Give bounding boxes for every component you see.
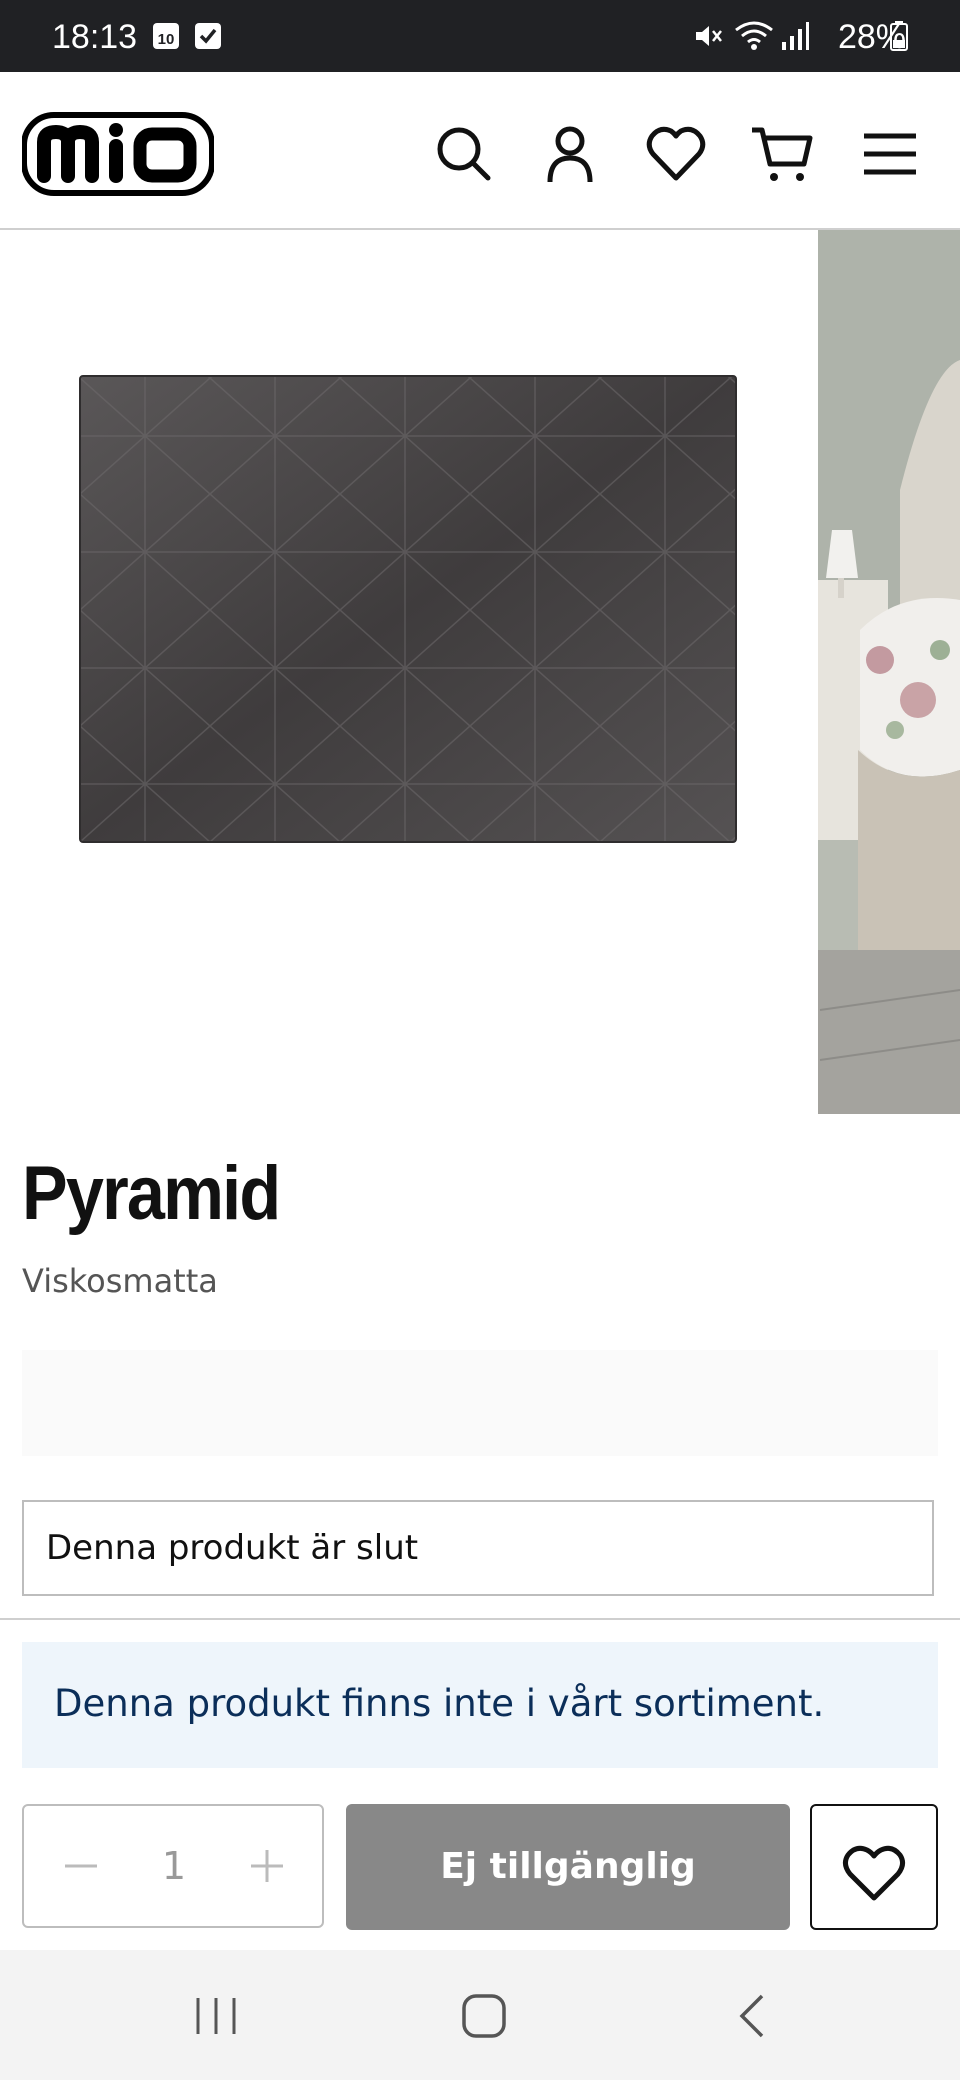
recent-apps-icon[interactable]	[186, 1988, 246, 2044]
mio-logo[interactable]	[21, 112, 215, 196]
quantity-value[interactable]: 1	[144, 1836, 204, 1896]
notice-text: Denna produkt finns inte i vårt sortimen…	[54, 1682, 825, 1725]
status-time: 18:13	[52, 18, 138, 56]
unavailable-button[interactable]: Ej tillgänglig	[346, 1804, 790, 1930]
checkbox-notification-icon	[194, 20, 222, 54]
loading-placeholder	[22, 1350, 938, 1456]
back-icon[interactable]	[724, 1988, 784, 2044]
decrease-quantity-button[interactable]	[54, 1836, 108, 1896]
calendar-icon: 10	[152, 20, 180, 54]
stock-status-box: Denna produkt är slut	[22, 1500, 934, 1596]
signal-icon	[780, 20, 810, 56]
divider	[0, 1618, 960, 1620]
bedroom-image[interactable]	[818, 230, 960, 1114]
quantity-stepper: 1	[22, 1804, 324, 1928]
calendar-day: 10	[158, 31, 175, 48]
heart-icon[interactable]	[644, 122, 708, 186]
wifi-icon	[734, 20, 774, 56]
status-bar: 18:13 10 28%	[0, 0, 960, 72]
system-navigation-bar	[0, 1950, 960, 2080]
minus-icon	[65, 1864, 97, 1868]
stock-status-text: Denna produkt är slut	[46, 1528, 419, 1568]
add-to-wishlist-button[interactable]	[810, 1804, 938, 1930]
mute-icon	[692, 20, 724, 56]
product-image-gallery[interactable]	[0, 230, 960, 1114]
home-icon[interactable]	[454, 1988, 514, 2044]
rug-image[interactable]	[79, 375, 737, 843]
menu-icon[interactable]	[858, 122, 922, 186]
battery-icon	[890, 20, 908, 56]
account-icon[interactable]	[538, 122, 602, 186]
assortment-notice: Denna produkt finns inte i vårt sortimen…	[22, 1642, 938, 1768]
product-subtitle: Viskosmatta	[22, 1262, 218, 1300]
plus-icon	[251, 1850, 283, 1882]
site-header	[0, 72, 960, 230]
increase-quantity-button[interactable]	[240, 1836, 294, 1896]
search-icon[interactable]	[432, 122, 496, 186]
heart-icon	[842, 1845, 906, 1901]
cart-icon[interactable]	[750, 122, 814, 186]
product-title: Pyramid	[22, 1151, 281, 1236]
